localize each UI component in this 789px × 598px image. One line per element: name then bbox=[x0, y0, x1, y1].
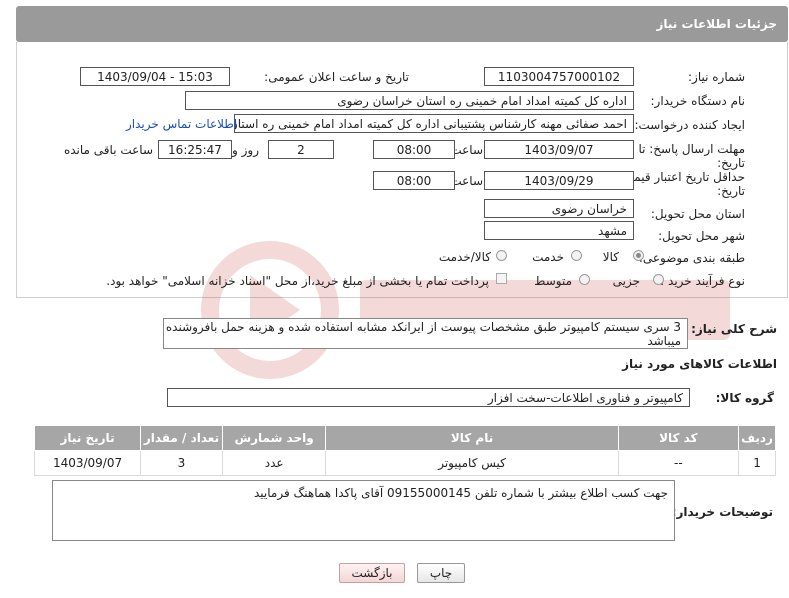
category-option-goods: کالا bbox=[602, 250, 619, 264]
payment-note: پرداخت تمام یا بخشی از مبلغ خرید،از محل … bbox=[106, 274, 489, 288]
col-index: ردیف bbox=[738, 425, 776, 451]
validity-date-field: 1403/09/29 bbox=[484, 171, 634, 190]
validity-time-label: ساعت bbox=[450, 174, 483, 188]
goods-group-field: کامپیوتر و فناوری اطلاعات-سخت افزار bbox=[167, 388, 690, 407]
process-radio-medium[interactable] bbox=[579, 274, 590, 285]
row-need-date: 1403/09/07 bbox=[33, 450, 142, 476]
city-label: شهر محل تحویل: bbox=[658, 229, 745, 243]
announce-field: 1403/09/04 - 15:03 bbox=[80, 67, 230, 86]
province-field: خراسان رضوی bbox=[484, 199, 634, 218]
validity-time-field: 08:00 bbox=[373, 171, 455, 190]
deadline-time-label: ساعت bbox=[450, 143, 483, 157]
goods-group-label: گروه کالا: bbox=[715, 391, 774, 405]
col-quantity: تعداد / مقدار bbox=[140, 425, 223, 451]
back-button[interactable]: بازگشت bbox=[339, 563, 405, 583]
col-code: کد کالا bbox=[617, 425, 740, 451]
category-option-service: خدمت bbox=[532, 250, 564, 264]
treasury-checkbox[interactable] bbox=[496, 273, 507, 284]
buyer-org-field: اداره کل کمیته امداد امام خمینی ره استان… bbox=[185, 91, 634, 110]
deadline-date-field: 1403/09/07 bbox=[484, 140, 634, 159]
process-option-minor: جزیی bbox=[612, 274, 640, 288]
col-name: نام کالا bbox=[325, 425, 619, 451]
page-title: جزئیات اطلاعات نیاز bbox=[656, 17, 777, 31]
days-label: روز و bbox=[232, 143, 259, 157]
remaining-label: ساعت باقی مانده bbox=[63, 143, 153, 157]
deadline-date-label: تاریخ: bbox=[717, 156, 745, 170]
table-row: 1403/09/07 3 عدد کیس کامپیوتر -- 1 bbox=[33, 450, 776, 476]
city-field: مشهد bbox=[484, 221, 634, 240]
buyer-notes-field: جهت کسب اطلاع بیشتر با شماره تلفن 091550… bbox=[52, 480, 675, 541]
province-label: استان محل تحویل: bbox=[650, 207, 745, 221]
row-unit: عدد bbox=[221, 450, 327, 476]
process-option-medium: متوسط bbox=[534, 274, 572, 288]
goods-table-header: تاریخ نیاز تعداد / مقدار واحد شمارش نام … bbox=[33, 425, 776, 451]
need-number-field: 1103004757000102 bbox=[484, 67, 634, 86]
announce-label: تاریخ و ساعت اعلان عمومی: bbox=[264, 70, 409, 84]
category-radio-service[interactable] bbox=[571, 250, 582, 261]
category-radio-goods[interactable] bbox=[633, 250, 644, 261]
goods-section-title: اطلاعات کالاهای مورد نیاز bbox=[622, 357, 777, 371]
print-button[interactable]: چاپ bbox=[417, 563, 465, 583]
category-radio-goods-service[interactable] bbox=[496, 250, 507, 261]
row-name: کیس کامپیوتر bbox=[325, 450, 619, 476]
row-index: 1 bbox=[738, 450, 776, 476]
category-label: طبقه بندی موضوعی: bbox=[638, 251, 745, 265]
process-label: نوع فرآیند خرید : bbox=[660, 274, 745, 288]
remaining-time-field: 16:25:47 bbox=[158, 140, 232, 159]
row-code: -- bbox=[617, 450, 740, 476]
row-quantity: 3 bbox=[140, 450, 223, 476]
requester-label: ایجاد کننده درخواست: bbox=[634, 118, 745, 132]
description-label: شرح کلی نیاز: bbox=[691, 322, 777, 336]
col-unit: واحد شمارش bbox=[221, 425, 327, 451]
requester-field: احمد صفائی مهنه کارشناس پشتیبانی اداره ک… bbox=[234, 114, 634, 133]
buyer-notes-label: توضیحات خریدار: bbox=[671, 505, 773, 519]
process-radio-minor[interactable] bbox=[653, 274, 664, 285]
contact-info-link[interactable]: اطلاعات تماس خریدار bbox=[126, 117, 237, 131]
days-field: 2 bbox=[268, 140, 334, 159]
goods-table: تاریخ نیاز تعداد / مقدار واحد شمارش نام … bbox=[33, 425, 776, 476]
need-number-label: شماره نیاز: bbox=[688, 70, 745, 84]
category-option-goods-service: کالا/خدمت bbox=[438, 250, 491, 264]
deadline-time-field: 08:00 bbox=[373, 140, 455, 159]
description-field: 3 سری سیستم کامپیوتر طبق مشخصات پیوست از… bbox=[163, 318, 688, 349]
deadline-label: مهلت ارسال پاسخ: تا bbox=[638, 142, 745, 156]
col-need-date: تاریخ نیاز bbox=[33, 425, 142, 451]
buyer-org-label: نام دستگاه خریدار: bbox=[650, 94, 746, 108]
validity-date-label: تاریخ: bbox=[717, 184, 745, 198]
